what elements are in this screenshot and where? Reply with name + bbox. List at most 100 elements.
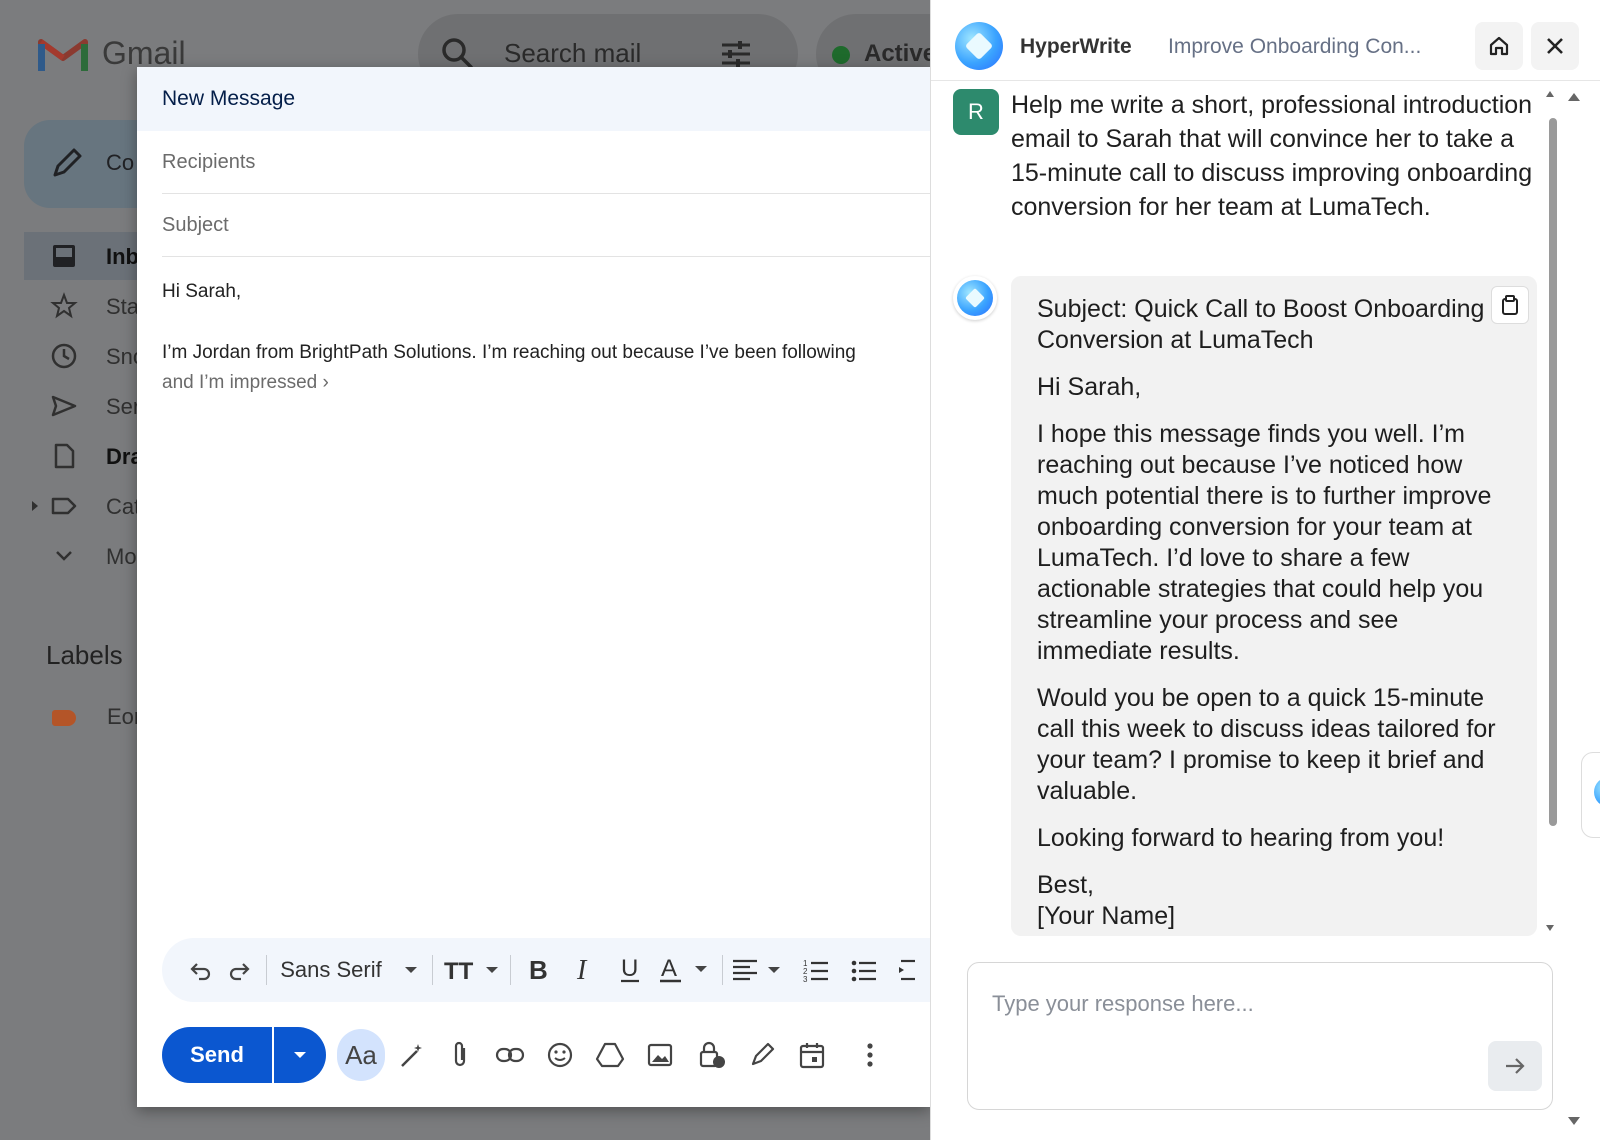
search-options-icon[interactable] <box>720 38 752 70</box>
gmail-m-icon <box>38 39 88 71</box>
chat-scrollbar-thumb[interactable] <box>1549 118 1557 826</box>
reply-signoff-text: Best, <box>1037 871 1094 899</box>
recipients-placeholder: Recipients <box>162 151 256 173</box>
label-icon <box>51 497 77 515</box>
scroll-down-arrow-icon[interactable] <box>1545 924 1555 932</box>
toolbar-divider <box>510 955 511 985</box>
reply-paragraph: Would you be open to a quick 15-minute c… <box>1037 684 1496 805</box>
insert-link-button[interactable] <box>485 1029 535 1081</box>
hyperwrite-header: HyperWrite Improve Onboarding Con... <box>931 0 1600 81</box>
reply-greeting: Hi Sarah, <box>1037 373 1142 401</box>
body-line: I’m Jordan from BrightPath Solutions. I’… <box>162 342 856 363</box>
copy-button[interactable] <box>1491 286 1529 324</box>
svg-text:U: U <box>621 956 638 982</box>
bold-icon: B <box>529 957 548 983</box>
arrow-right-icon <box>1506 1058 1525 1074</box>
magic-pen-icon <box>401 1044 422 1067</box>
photo-icon <box>647 1043 673 1067</box>
submit-button[interactable] <box>1488 1041 1542 1091</box>
labels-heading: Labels <box>46 640 123 670</box>
toolbar-divider <box>722 955 723 985</box>
lock-clock-icon <box>699 1041 725 1068</box>
schedule-meeting-button[interactable] <box>787 1029 837 1081</box>
assistant-reply: Subject: Quick Call to Boost Onboarding … <box>1011 276 1537 936</box>
text-size-icon: TT <box>444 958 498 983</box>
hyperwrite-launcher-icon <box>1594 777 1600 807</box>
response-placeholder: Type your response here... <box>992 991 1254 1016</box>
hyperwrite-logo-icon <box>957 280 993 316</box>
drive-icon <box>595 1042 625 1068</box>
align-icon <box>733 959 780 981</box>
bold-button[interactable]: B <box>516 938 560 1002</box>
undo-icon <box>190 963 211 981</box>
compose-header[interactable]: New Message <box>137 67 930 131</box>
recipients-field[interactable]: Recipients <box>162 131 930 194</box>
numbered-list-button[interactable]: 123 <box>794 938 838 1002</box>
subject-placeholder: Subject <box>162 214 229 236</box>
hyperwrite-panel: HyperWrite Improve Onboarding Con... R H… <box>930 0 1600 1140</box>
reply-subject: Subject: Quick Call to Boost Onboarding … <box>1037 295 1485 354</box>
insert-photo-button[interactable] <box>635 1029 685 1081</box>
calendar-icon <box>799 1043 825 1069</box>
panel-scroll-down-icon[interactable] <box>1567 1116 1581 1126</box>
svg-text:3: 3 <box>803 975 808 982</box>
align-button[interactable] <box>728 938 788 1002</box>
redo-button[interactable] <box>222 938 256 1002</box>
help-me-write-button[interactable] <box>387 1029 437 1081</box>
undo-button[interactable] <box>184 938 218 1002</box>
home-button[interactable] <box>1475 22 1523 70</box>
hyperwrite-logo-icon <box>955 22 1003 70</box>
font-select[interactable]: Sans Serif <box>274 938 424 1002</box>
italic-button[interactable]: I <box>562 938 606 1002</box>
user-prompt-message: Help me write a short, professional intr… <box>1011 91 1533 221</box>
subject-field[interactable]: Subject <box>162 194 930 257</box>
signature-pen-icon <box>751 1042 775 1066</box>
compose-window: New Message Recipients Subject Hi Sarah,… <box>137 67 930 1107</box>
reply-name: [Your Name] <box>1037 902 1176 930</box>
insert-emoji-button[interactable] <box>535 1029 585 1081</box>
message-body[interactable]: Hi Sarah, I’m Jordan from BrightPath Sol… <box>162 277 930 398</box>
close-button[interactable] <box>1531 22 1579 70</box>
text-size-button[interactable]: TT <box>440 938 504 1002</box>
paperclip-icon <box>454 1041 466 1067</box>
insert-drive-button[interactable] <box>585 1029 635 1081</box>
panel-scroll-up-icon[interactable] <box>1567 92 1581 102</box>
expand-arrow-icon[interactable] <box>30 500 40 512</box>
indent-icon <box>899 959 915 981</box>
assistant-reply-text[interactable]: Subject: Quick Call to Boost Onboarding … <box>1037 294 1517 932</box>
search-input[interactable]: Search mail <box>504 38 641 69</box>
nav-label: Cat <box>106 494 141 519</box>
more-options-button[interactable] <box>845 1029 895 1081</box>
bulleted-list-icon <box>851 960 876 982</box>
status-label: Active <box>864 40 930 67</box>
reply-paragraph: Looking forward to hearing from you! <box>1037 824 1445 852</box>
indent-button[interactable] <box>892 938 922 1002</box>
svg-text:TT: TT <box>444 958 474 983</box>
formatting-options-button[interactable]: Aa <box>337 1029 385 1081</box>
label-color-icon <box>52 710 76 726</box>
text-color-button[interactable]: A <box>656 938 714 1002</box>
numbered-list-icon: 123 <box>803 959 828 982</box>
floating-launcher[interactable] <box>1581 752 1600 838</box>
underline-button[interactable]: U <box>608 938 652 1002</box>
body-show-more[interactable]: and I’m impressed › <box>162 368 930 398</box>
font-name: Sans Serif <box>280 957 382 982</box>
attach-file-button[interactable] <box>435 1029 485 1081</box>
response-input[interactable]: Type your response here... <box>967 962 1553 1110</box>
send-button[interactable]: Send <box>162 1027 272 1083</box>
svg-text:I: I <box>576 957 588 983</box>
format-label: Aa <box>345 1039 377 1070</box>
bulleted-list-button[interactable] <box>842 938 886 1002</box>
confidential-mode-button[interactable] <box>687 1029 737 1081</box>
more-vert-icon <box>867 1043 873 1067</box>
status-dot <box>832 46 850 64</box>
close-icon <box>1547 38 1563 54</box>
schedule-send-dropdown[interactable] <box>274 1027 326 1083</box>
search-icon[interactable] <box>440 36 474 70</box>
document-title[interactable]: Improve Onboarding Con... <box>1168 35 1421 59</box>
nav-label: Sta <box>106 294 140 319</box>
reply-signoff: Best, [Your Name] <box>1037 870 1517 932</box>
insert-signature-button[interactable] <box>737 1029 787 1081</box>
svg-text:A: A <box>661 956 677 982</box>
scroll-up-arrow-icon[interactable] <box>1545 90 1555 98</box>
